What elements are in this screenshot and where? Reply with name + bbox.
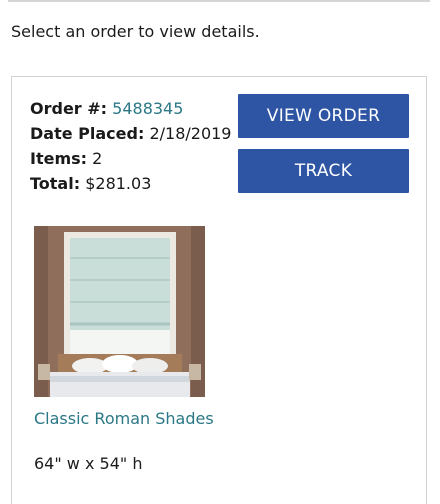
order-card[interactable]: Order #: 5488345 Date Placed: 2/18/2019 … (11, 76, 427, 504)
product-name-link[interactable]: Classic Roman Shades (34, 408, 214, 430)
items-label: Items: (30, 149, 88, 168)
total-row: Total: $281.03 (30, 171, 231, 196)
track-button[interactable]: TRACK (238, 149, 409, 193)
items-value: 2 (92, 149, 103, 168)
top-divider (8, 0, 430, 2)
total-label: Total: (30, 174, 81, 193)
order-number-label: Order #: (30, 99, 108, 118)
items-row: Items: 2 (30, 146, 231, 171)
product-image[interactable] (34, 226, 205, 397)
date-placed-label: Date Placed: (30, 124, 145, 143)
total-value: $281.03 (85, 174, 152, 193)
product-size: 64" w x 54" h (34, 454, 143, 473)
date-placed-row: Date Placed: 2/18/2019 (30, 121, 231, 146)
order-number-link[interactable]: 5488345 (112, 99, 183, 118)
order-summary: Order #: 5488345 Date Placed: 2/18/2019 … (30, 96, 231, 196)
date-placed-value: 2/18/2019 (149, 124, 232, 143)
roman-shade-photo-icon (34, 226, 205, 397)
order-number-row: Order #: 5488345 (30, 96, 231, 121)
view-order-button[interactable]: VIEW ORDER (238, 94, 409, 138)
intro-text: Select an order to view details. (11, 22, 260, 41)
